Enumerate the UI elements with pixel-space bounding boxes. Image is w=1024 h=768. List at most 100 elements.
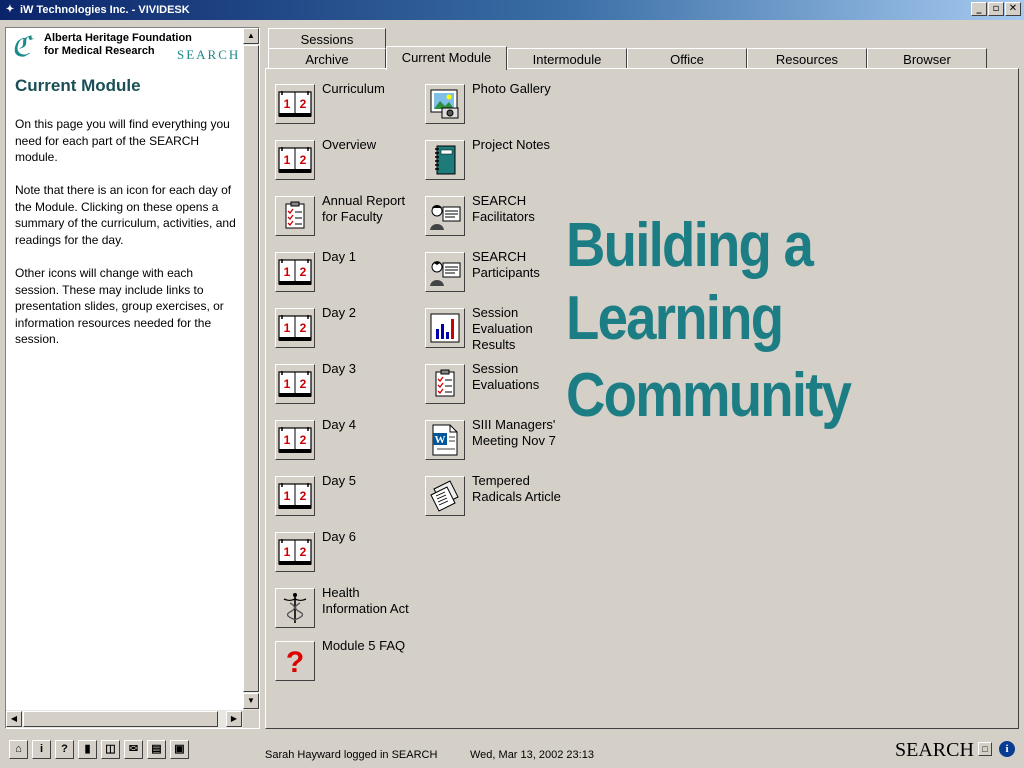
minimize-button[interactable]: _ [971, 2, 987, 16]
facilitator-icon [426, 197, 464, 235]
scroll-left-icon[interactable]: ◀ [6, 711, 22, 727]
calendar-book-icon: 12 [276, 533, 314, 571]
module-item-annual-report-for-faculty[interactable]: Annual Report for Faculty [275, 193, 425, 244]
item-label[interactable]: Module 5 FAQ [322, 638, 405, 654]
item-icon-button[interactable] [425, 84, 465, 124]
item-icon-button[interactable] [425, 308, 465, 348]
item-icon-button[interactable]: W [425, 420, 465, 460]
scroll-up-icon[interactable]: ▲ [243, 28, 259, 44]
item-icon-button[interactable] [425, 252, 465, 292]
item-label[interactable]: Photo Gallery [472, 81, 551, 97]
item-label[interactable]: Day 4 [322, 417, 356, 433]
svg-text:2: 2 [300, 265, 307, 279]
tab-browser[interactable]: Browser [867, 48, 987, 70]
item-icon-button[interactable]: 12 [275, 532, 315, 572]
help-icon[interactable]: ? [55, 740, 74, 759]
item-icon-button[interactable]: 12 [275, 420, 315, 460]
item-icon-button[interactable] [425, 196, 465, 236]
item-icon-button[interactable] [425, 476, 465, 516]
title-bar: ✦ iW Technologies Inc. - VIVIDESK _ ▫ ✕ [0, 0, 1024, 20]
close-button[interactable]: ✕ [1005, 2, 1021, 16]
item-label[interactable]: Session Evaluations [472, 361, 539, 393]
item-icon-button[interactable]: 12 [275, 84, 315, 124]
module-item-day-2[interactable]: 1 2 Day 2 [275, 305, 425, 356]
vertical-scroll-thumb[interactable] [243, 45, 259, 692]
item-label[interactable]: Day 1 [322, 249, 356, 265]
module-item-day-4[interactable]: 1 2 Day 4 [275, 417, 425, 468]
module-item-photo-gallery[interactable]: Photo Gallery [425, 81, 575, 132]
module-item-day-6[interactable]: 1 2 Day 6 [275, 529, 425, 580]
module-item-overview[interactable]: 1 2 Overview [275, 137, 425, 188]
scroll-down-icon[interactable]: ▼ [243, 693, 259, 709]
item-icon-button[interactable] [275, 196, 315, 236]
item-icon-button[interactable]: 12 [275, 308, 315, 348]
svg-text:1: 1 [284, 97, 291, 111]
info-icon[interactable]: i [32, 740, 51, 759]
module-item-health-information-act[interactable]: Health Information Act [275, 585, 425, 636]
svg-text:1: 1 [284, 545, 291, 559]
item-icon-button[interactable]: 12 [275, 476, 315, 516]
svg-text:2: 2 [300, 433, 307, 447]
item-label[interactable]: Tempered Radicals Article [472, 473, 561, 505]
item-label[interactable]: Curriculum [322, 81, 385, 97]
org-name-line1: Alberta Heritage Foundation [44, 32, 192, 44]
tab-current-module[interactable]: Current Module [386, 46, 507, 70]
item-label[interactable]: Health Information Act [322, 585, 409, 617]
horizontal-scroll-thumb[interactable] [23, 711, 218, 727]
sidebar-horizontal-scrollbar[interactable]: ◀ ▶ [6, 710, 243, 728]
module-item-session-evaluations[interactable]: Session Evaluations [425, 361, 575, 412]
item-icon-button[interactable] [425, 140, 465, 180]
item-label[interactable]: SIII Managers' Meeting Nov 7 [472, 417, 556, 449]
module-item-search-participants[interactable]: SEARCH Participants [425, 249, 575, 300]
photo-gallery-icon [426, 85, 464, 123]
tab-office[interactable]: Office [627, 48, 747, 70]
tab-resources[interactable]: Resources [747, 48, 867, 70]
sidebar-title: Current Module [15, 76, 141, 95]
item-label[interactable]: SEARCH Participants [472, 249, 540, 281]
item-label[interactable]: SEARCH Facilitators [472, 193, 535, 225]
sidebar-vertical-scrollbar[interactable]: ▲ ▼ [243, 28, 259, 710]
item-label[interactable]: Day 3 [322, 361, 356, 377]
home-icon[interactable]: ⌂ [9, 740, 28, 759]
tab-intermodule[interactable]: Intermodule [507, 48, 627, 70]
module-item-day-3[interactable]: 1 2 Day 3 [275, 361, 425, 412]
chat-icon[interactable]: ◫ [101, 740, 120, 759]
module-item-day-5[interactable]: 1 2 Day 5 [275, 473, 425, 524]
item-label[interactable]: Session Evaluation Results [472, 305, 533, 353]
item-icon-button[interactable]: 12 [275, 252, 315, 292]
item-icon-button[interactable]: 12 [275, 140, 315, 180]
folder-icon[interactable]: ▣ [170, 740, 189, 759]
note-icon[interactable]: ▤ [147, 740, 166, 759]
tab-archive[interactable]: Archive [268, 48, 386, 70]
module-item-search-facilitators[interactable]: SEARCH Facilitators [425, 193, 575, 244]
module-item-curriculum[interactable]: 1 2 Curriculum [275, 81, 425, 132]
module-item-project-notes[interactable]: Project Notes [425, 137, 575, 188]
item-icon-button[interactable] [275, 588, 315, 628]
scroll-right-icon[interactable]: ▶ [226, 711, 242, 727]
module-item-tempered-radicals-article[interactable]: Tempered Radicals Article [425, 473, 575, 524]
item-label[interactable]: Overview [322, 137, 376, 153]
about-info-icon[interactable]: i [999, 741, 1015, 757]
item-icon-button[interactable]: ? [275, 641, 315, 681]
module-item-siii-managers-meeting-nov-7[interactable]: W SIII Managers' Meeting Nov 7 [425, 417, 575, 468]
svg-text:1: 1 [284, 489, 291, 503]
item-icon-button[interactable] [425, 364, 465, 404]
item-icon-button[interactable]: 12 [275, 364, 315, 404]
item-label[interactable]: Day 6 [322, 529, 356, 545]
window-title: iW Technologies Inc. - VIVIDESK [20, 4, 190, 16]
window-mode-icon[interactable]: □ [978, 742, 992, 756]
item-label[interactable]: Annual Report for Faculty [322, 193, 405, 225]
item-label[interactable]: Project Notes [472, 137, 550, 153]
app-icon: ✦ [5, 4, 15, 15]
module-item-module-5-faq[interactable]: ? Module 5 FAQ [275, 638, 425, 689]
sidebar-paragraph-1: On this page you will find everything yo… [15, 117, 230, 164]
module-item-session-evaluation-results[interactable]: Session Evaluation Results [425, 305, 575, 356]
mail-icon[interactable]: ✉ [124, 740, 143, 759]
tab-sessions[interactable]: Sessions [268, 28, 386, 50]
lock-icon[interactable]: ▮ [78, 740, 97, 759]
item-label[interactable]: Day 2 [322, 305, 356, 321]
module-item-day-1[interactable]: 1 2 Day 1 [275, 249, 425, 300]
restore-button[interactable]: ▫ [988, 2, 1004, 16]
checklist-icon [276, 197, 314, 235]
item-label[interactable]: Day 5 [322, 473, 356, 489]
